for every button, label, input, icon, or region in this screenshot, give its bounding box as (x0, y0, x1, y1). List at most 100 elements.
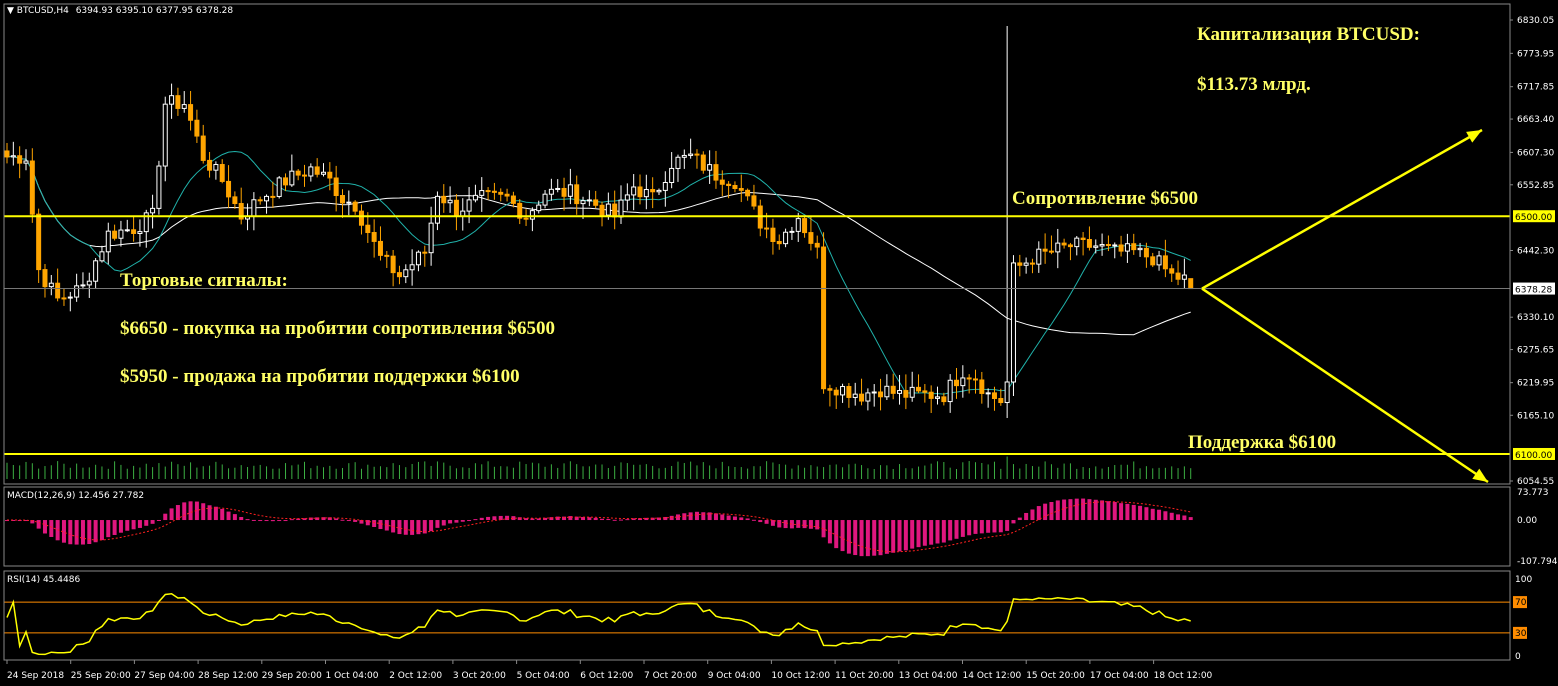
candle-body (434, 195, 440, 224)
chart-header: ▼ BTCUSD,H4 6394.93 6395.10 6377.95 6378… (7, 6, 233, 16)
macd-bar (884, 520, 889, 554)
candle-body (795, 218, 801, 232)
candle-body (555, 187, 561, 190)
support-label: Поддержка $6100 (1188, 432, 1337, 453)
candle-body (283, 177, 289, 186)
candle-body (289, 170, 295, 186)
candle-body (580, 200, 586, 205)
macd-bar (739, 517, 744, 521)
macd-bar (156, 519, 161, 521)
macd-bar (245, 519, 250, 521)
macd-bar (1188, 517, 1193, 521)
candle-body (650, 189, 656, 193)
macd-bar (334, 518, 339, 521)
macd-bar (270, 520, 275, 522)
candle-body (48, 282, 54, 288)
price-tick-label: 6500.00 (1515, 213, 1552, 223)
candle-body (409, 264, 415, 271)
candle-body (1137, 247, 1143, 251)
macd-bar (1106, 501, 1111, 521)
candle-body (719, 179, 725, 185)
candle-body (188, 104, 194, 121)
candle-body (207, 159, 213, 171)
macd-bar (1024, 512, 1029, 521)
candle-body (105, 230, 111, 253)
candle-body (112, 230, 118, 239)
macd-bar (112, 520, 117, 535)
time-tick-label: 10 Oct 12:00 (771, 671, 830, 681)
candle-body (510, 195, 516, 204)
price-tick-label: 6330.10 (1517, 313, 1554, 323)
macd-bar (568, 516, 573, 521)
candle-body (415, 251, 421, 266)
macd-bar (479, 517, 484, 521)
candle-body (61, 297, 67, 300)
candle-body (808, 232, 814, 244)
macd-bar (448, 520, 453, 524)
candle-body (871, 391, 877, 394)
candle-body (694, 153, 700, 156)
candle-body (371, 232, 377, 242)
candle-body (257, 199, 263, 202)
candle-body (707, 164, 713, 171)
candle-body (1029, 262, 1035, 265)
candle-body (966, 377, 972, 380)
candle-body (764, 227, 770, 230)
macd-bar (802, 520, 807, 529)
time-tick-label: 28 Sep 12:00 (198, 671, 258, 681)
macd-bar (372, 520, 377, 528)
macd-bar (1043, 503, 1048, 521)
candle-body (339, 195, 345, 204)
candle-body (302, 174, 308, 177)
candle-body (878, 391, 884, 398)
candle-body (447, 199, 453, 204)
candle-body (1061, 242, 1067, 246)
macd-bar (922, 520, 927, 546)
rsi-tick-label: 70 (1515, 598, 1527, 608)
macd-bar (1074, 498, 1079, 521)
candle-body (909, 386, 915, 398)
macd-bar (441, 520, 446, 526)
candle-body (574, 184, 580, 205)
macd-bar (796, 520, 801, 528)
candle-body (738, 188, 744, 191)
dropdown-triangle-icon[interactable]: ▼ (7, 6, 17, 16)
macd-bar (1138, 505, 1143, 521)
candle-body (960, 377, 966, 387)
macd-bar (536, 518, 541, 521)
macd-bar (182, 502, 187, 521)
macd-bar (125, 520, 130, 531)
candle-body (1105, 244, 1111, 247)
candle-body (783, 231, 789, 245)
macd-bar (1049, 501, 1054, 521)
macd-bar (137, 520, 142, 528)
candle-body (308, 166, 314, 177)
macd-bar (460, 520, 465, 522)
candle-body (1099, 244, 1105, 247)
rsi-tick-label: 30 (1515, 629, 1527, 639)
macd-bar (1068, 499, 1073, 521)
candle-body (213, 164, 219, 171)
candle-body (1118, 244, 1124, 252)
candle-body (859, 393, 865, 402)
macd-bar (353, 520, 358, 522)
candle-body (150, 207, 156, 214)
candle-body (745, 189, 751, 197)
macd-tick-label: -107.794 (1517, 557, 1558, 567)
candle-body (1036, 248, 1042, 265)
candle-body (985, 392, 991, 395)
macd-bar (220, 508, 225, 521)
time-tick-label: 3 Oct 20:00 (453, 671, 506, 681)
rsi-tick-label: 100 (1515, 575, 1532, 585)
candle-body (669, 167, 675, 184)
candle-body (352, 201, 358, 212)
macd-bar (973, 520, 978, 534)
candle-body (1055, 242, 1061, 253)
macd-bar (758, 520, 763, 523)
macd-bar (1011, 520, 1016, 524)
candle-body (662, 182, 668, 191)
candle-body (232, 196, 238, 205)
macd-bar (694, 511, 699, 521)
macd-bar (815, 520, 820, 530)
macd-bar (764, 520, 769, 524)
